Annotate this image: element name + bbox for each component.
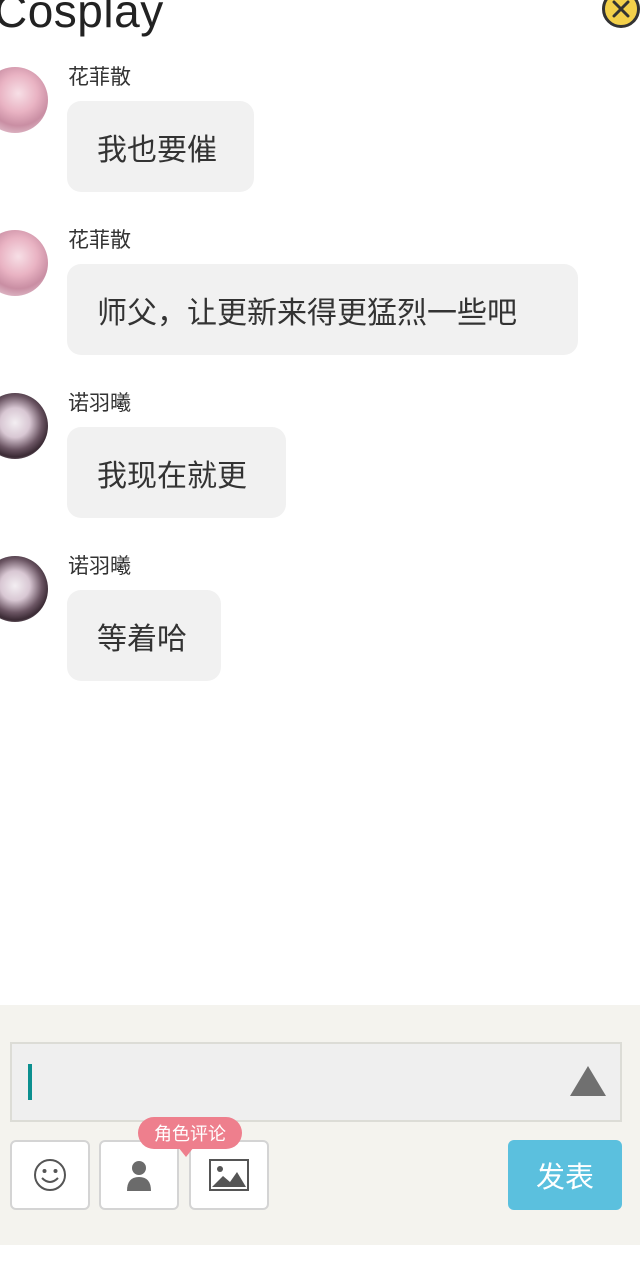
page-title: Cosplay (0, 0, 164, 37)
avatar[interactable] (0, 556, 48, 622)
expand-up-icon[interactable] (570, 1066, 606, 1096)
chat-page: Cosplay 花菲散 我也要催 花菲散 师父，让更新来得更猛烈一些吧 诺羽曦 … (0, 0, 640, 1276)
comment-input[interactable] (10, 1042, 622, 1122)
message-bubble: 师父，让更新来得更猛烈一些吧 (67, 264, 578, 355)
message-bubble: 我现在就更 (67, 427, 286, 518)
person-icon (127, 1161, 151, 1191)
avatar[interactable] (0, 67, 48, 133)
message-bubble: 等着哈 (67, 590, 221, 681)
avatar[interactable] (0, 230, 48, 296)
close-icon (612, 0, 630, 18)
role-comment-badge[interactable]: 角色评论 (138, 1117, 242, 1157)
avatar[interactable] (0, 393, 48, 459)
send-button[interactable]: 发表 (508, 1140, 622, 1210)
message-bubble: 我也要催 (67, 101, 254, 192)
message-username: 花菲散 (68, 228, 131, 252)
composer: 角色评论 发表 (0, 1005, 640, 1245)
image-button[interactable] (189, 1140, 269, 1210)
image-icon (209, 1159, 249, 1191)
emoji-button[interactable] (10, 1140, 90, 1210)
text-caret (28, 1064, 32, 1100)
message-username: 花菲散 (68, 65, 131, 89)
close-button[interactable] (602, 0, 640, 28)
message-username: 诺羽曦 (68, 554, 131, 578)
emoji-icon (34, 1159, 66, 1191)
role-button[interactable] (99, 1140, 179, 1210)
message-username: 诺羽曦 (68, 391, 131, 415)
